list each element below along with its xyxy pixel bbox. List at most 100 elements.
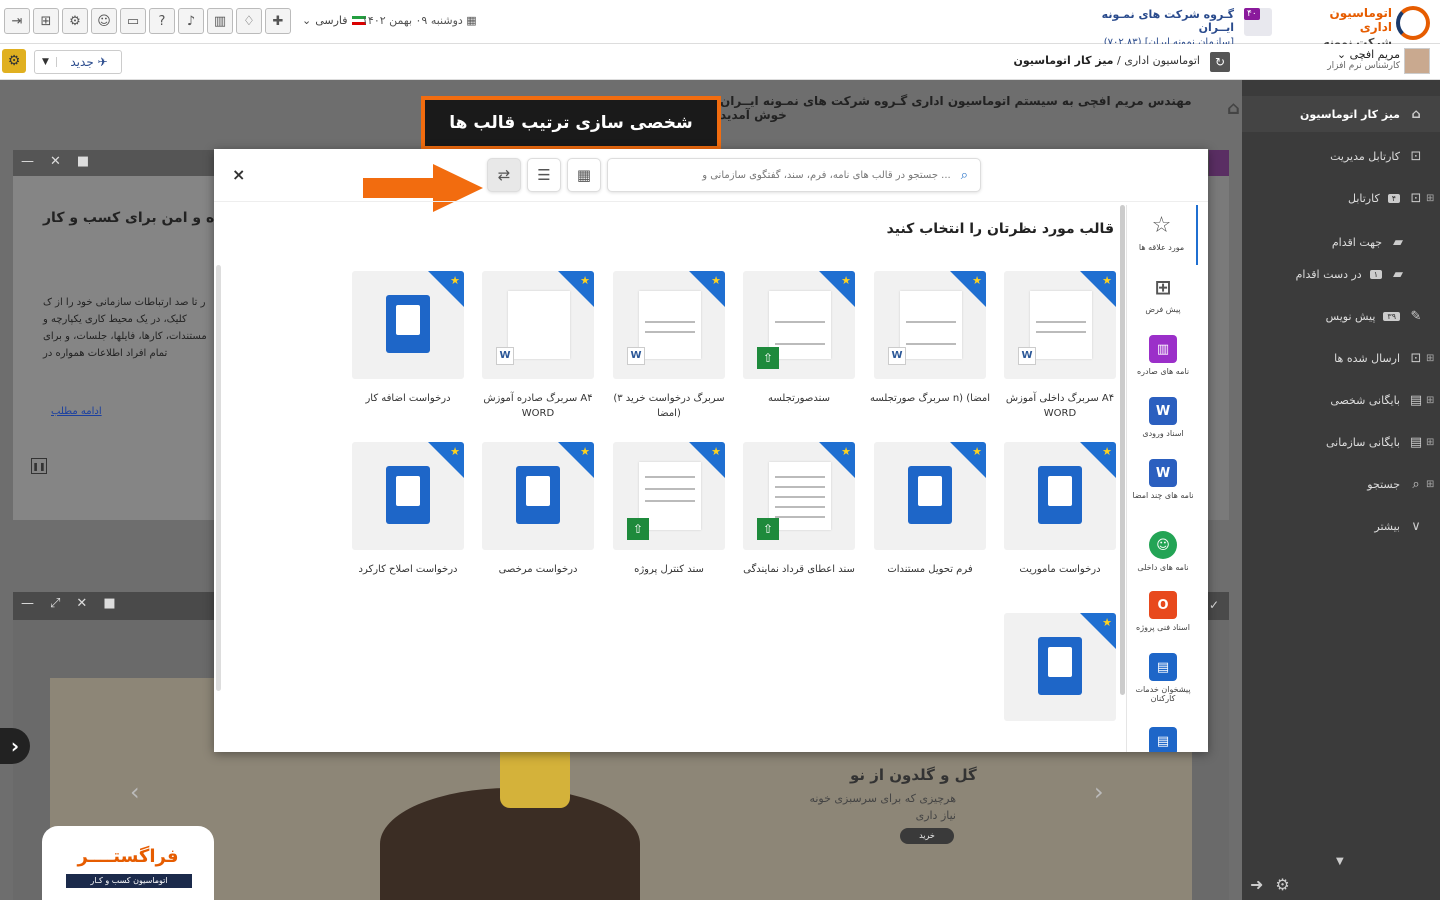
- mic-icon[interactable]: ♪: [178, 8, 204, 34]
- template-tile[interactable]: ⇧ ★: [743, 442, 855, 550]
- settings-icon[interactable]: ⚙: [62, 8, 88, 34]
- favorite-star-icon[interactable]: ★: [841, 445, 851, 458]
- minimize-icon[interactable]: —: [21, 596, 34, 611]
- widget-settings-button[interactable]: ⚙: [2, 49, 26, 73]
- nav-employee-services[interactable]: ▤ پیشخوان خدمات کارکنان: [1127, 647, 1198, 707]
- scrollbar[interactable]: [1120, 205, 1125, 695]
- close-icon[interactable]: ✕: [76, 596, 87, 611]
- favorite-star-icon[interactable]: ★: [450, 445, 460, 458]
- sidebar-item-sent[interactable]: ⊞ ارسال شده ها ⊡: [1242, 340, 1440, 376]
- nav-internal-letters[interactable]: ☺ نامه های داخلی: [1127, 525, 1198, 585]
- sidebar-item-desk[interactable]: میز کار اتوماسیون ⌂: [1242, 96, 1440, 132]
- nav-technical-docs[interactable]: O اسناد فنی پروژه: [1127, 585, 1198, 645]
- expand-icon[interactable]: ⊞: [1426, 353, 1434, 364]
- favorite-star-icon[interactable]: ★: [711, 274, 721, 287]
- favorite-star-icon[interactable]: ★: [1102, 274, 1112, 287]
- new-button[interactable]: ▼ جدید ✈: [34, 50, 122, 74]
- logout-icon[interactable]: ⇥: [4, 8, 30, 34]
- favorite-star-icon[interactable]: ★: [580, 445, 590, 458]
- favorite-star-icon[interactable]: ★: [841, 274, 851, 287]
- sidebar-item-for-action[interactable]: جهت اقدام ▰: [1242, 224, 1440, 260]
- widget-controls: — ✕ ■: [21, 154, 89, 169]
- template-tile[interactable]: ★: [352, 271, 464, 379]
- template-tile[interactable]: W ★: [1004, 271, 1116, 379]
- arrow-circle-icon[interactable]: ➜: [1250, 875, 1263, 894]
- nav-default[interactable]: ⊞ پیش فرض: [1127, 267, 1198, 327]
- expand-icon[interactable]: ⊞: [1426, 193, 1434, 204]
- sidebar-item-inbox[interactable]: ⊞ کارتابل ۴ ⊡: [1242, 180, 1440, 216]
- template-label: سند اعطای قرداد نمایندگی: [743, 564, 855, 575]
- avatar[interactable]: [1404, 48, 1430, 74]
- language-selector[interactable]: ⌄ فارسی: [302, 14, 366, 27]
- chat-icon[interactable]: ▭: [120, 8, 146, 34]
- template-tile[interactable]: ★: [352, 442, 464, 550]
- top-bar: ⇥ ⊞ ⚙ ☺ ▭ ? ♪ ▥ ♢ ✚ ⌄ فارسی دوشنبه ۰۹ به…: [0, 0, 1440, 62]
- expand-icon[interactable]: ⊞: [1426, 437, 1434, 448]
- chart-icon[interactable]: ▥: [207, 8, 233, 34]
- buy-button[interactable]: خرید: [900, 828, 954, 844]
- org-chart-icon[interactable]: ⊞: [33, 8, 59, 34]
- expand-icon[interactable]: ⤢: [50, 596, 60, 611]
- template-tile[interactable]: ★: [1004, 442, 1116, 550]
- help-icon[interactable]: ?: [149, 8, 175, 34]
- breadcrumb-item[interactable]: اتوماسیون اداری: [1124, 54, 1200, 67]
- close-icon[interactable]: ×: [232, 165, 245, 184]
- nav-incoming-docs[interactable]: W اسناد ورودی: [1127, 391, 1198, 451]
- refresh-icon[interactable]: ↻: [1210, 52, 1230, 72]
- favorite-star-icon[interactable]: ★: [450, 274, 460, 287]
- template-tile[interactable]: W ★: [874, 271, 986, 379]
- org-title: گـروه شرکت های نمـونه ایــران: [1101, 8, 1234, 34]
- read-more-link[interactable]: ادامه مطلب: [51, 406, 102, 417]
- sidebar-item-manager-inbox[interactable]: کارتابل مدیریت ⊡: [1242, 138, 1440, 174]
- reorder-templates-button[interactable]: ⇄: [487, 158, 521, 192]
- square-icon[interactable]: ■: [77, 154, 89, 169]
- nav-more[interactable]: ▤: [1127, 721, 1198, 752]
- nav-favorites[interactable]: ☆ مورد علاقه ها: [1127, 205, 1198, 265]
- expand-icon[interactable]: ⊞: [1426, 479, 1434, 490]
- user-role: کارشناس نرم افزار: [1327, 61, 1400, 71]
- template-tile[interactable]: W ★: [482, 271, 594, 379]
- puzzle-icon[interactable]: ✚: [265, 8, 291, 34]
- nav-outgoing-letters[interactable]: ▥ نامه های صادره: [1127, 329, 1198, 389]
- template-tile[interactable]: W ★: [613, 271, 725, 379]
- chevron-down-icon[interactable]: ▼: [1336, 856, 1344, 867]
- favorite-star-icon[interactable]: ★: [580, 274, 590, 287]
- bell-icon[interactable]: ♢: [236, 8, 262, 34]
- check-icon[interactable]: ✓: [1209, 598, 1219, 612]
- favorite-star-icon[interactable]: ★: [711, 445, 721, 458]
- template-tile[interactable]: ★: [1004, 613, 1116, 721]
- org-avatar[interactable]: ۴۰: [1244, 8, 1272, 36]
- template-tile[interactable]: ★: [482, 442, 594, 550]
- expand-icon[interactable]: ⊞: [1426, 395, 1434, 406]
- home-icon: ⌂: [1227, 97, 1240, 119]
- list-view-button[interactable]: ☰: [527, 158, 561, 192]
- chevron-left-icon[interactable]: ‹: [130, 778, 140, 806]
- sidebar-item-org-archive[interactable]: ⊞ بایگانی سازمانی ▤: [1242, 424, 1440, 460]
- sidebar-item-in-progress[interactable]: در دست اقدام ۱ ▰: [1242, 256, 1440, 292]
- org-info[interactable]: گـروه شرکت های نمـونه ایــران (۷۰۲.۸۳) […: [1092, 8, 1234, 48]
- sidebar-item-personal-archive[interactable]: ⊞ بایگانی شخصی ▤: [1242, 382, 1440, 418]
- square-icon[interactable]: ■: [103, 596, 115, 611]
- favorite-star-icon[interactable]: ★: [972, 445, 982, 458]
- template-tile[interactable]: ⇧ ★: [613, 442, 725, 550]
- scrollbar[interactable]: [216, 265, 221, 691]
- user-info[interactable]: ⌄ مریم افچی کارشناس نرم افزار: [1280, 48, 1400, 71]
- minimize-icon[interactable]: —: [21, 154, 34, 169]
- search-input[interactable]: جستجو در قالب های نامه، فرم، سند، گفتگوی…: [607, 158, 981, 192]
- sidebar-item-more[interactable]: بیشتر ∨: [1242, 508, 1440, 544]
- chevron-right-icon[interactable]: ›: [1094, 778, 1104, 806]
- favorite-star-icon[interactable]: ★: [1102, 616, 1112, 629]
- close-icon[interactable]: ✕: [50, 154, 61, 169]
- nav-multi-sign-letters[interactable]: W نامه های چند امضا: [1127, 453, 1198, 513]
- sidebar-item-drafts[interactable]: پیش نویس ۳۹ ✎: [1242, 298, 1440, 334]
- favorite-star-icon[interactable]: ★: [972, 274, 982, 287]
- template-tile[interactable]: ★: [874, 442, 986, 550]
- grid-view-button[interactable]: ▦: [567, 158, 601, 192]
- caret-down-icon[interactable]: ▼: [35, 57, 57, 67]
- sidebar-item-search[interactable]: ⊞ جستجو ⌕: [1242, 466, 1440, 502]
- favorite-star-icon[interactable]: ★: [1102, 445, 1112, 458]
- template-tile[interactable]: ⇧ ★: [743, 271, 855, 379]
- gear-icon[interactable]: ⚙: [1275, 875, 1289, 894]
- users-icon[interactable]: ☺: [91, 8, 117, 34]
- pause-icon[interactable]: ❚❚: [31, 458, 47, 474]
